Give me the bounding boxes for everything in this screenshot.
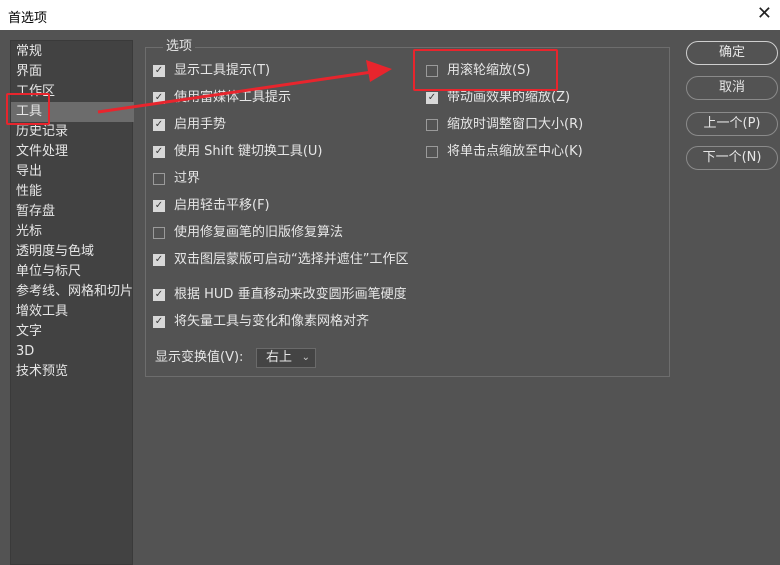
annotation-arrow — [97, 60, 392, 114]
